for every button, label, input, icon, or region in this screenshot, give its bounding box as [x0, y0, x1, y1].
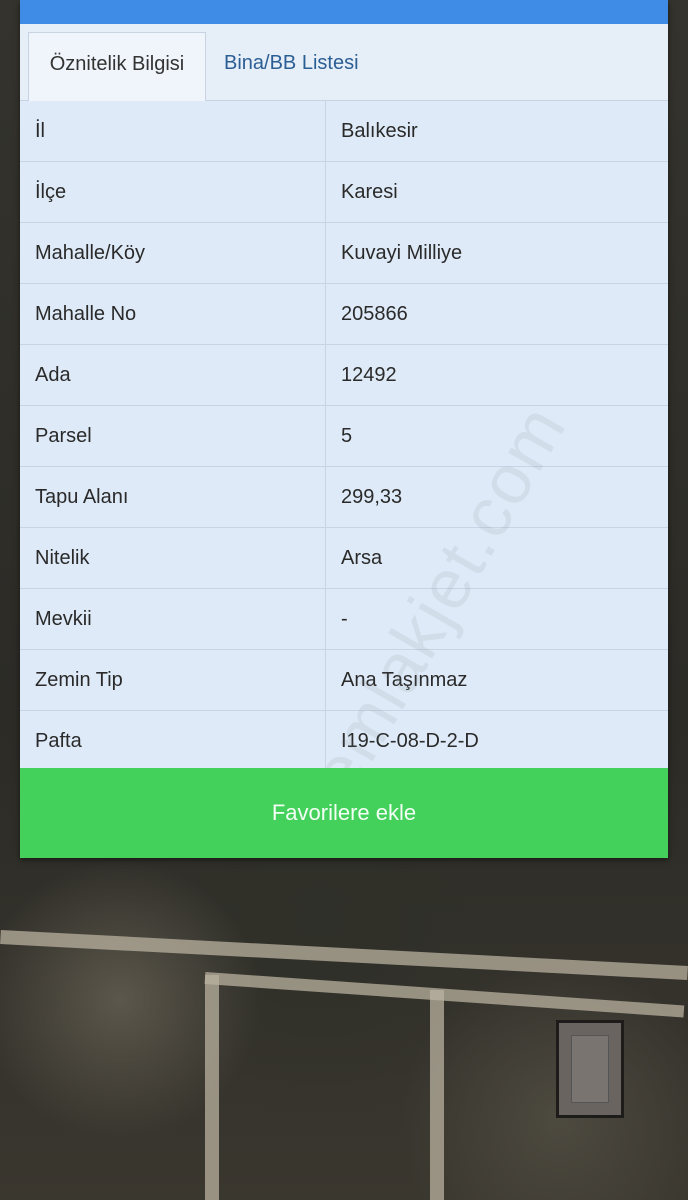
building	[556, 1020, 624, 1118]
attribute-key: Ada	[20, 344, 326, 406]
table-row: Parsel 5	[20, 405, 668, 467]
add-to-favorites-button[interactable]: Favorilere ekle	[20, 768, 668, 858]
attribute-key: İlçe	[20, 161, 326, 223]
map-road	[205, 975, 219, 1200]
tab-attribute-info[interactable]: Öznitelik Bilgisi	[28, 32, 206, 101]
attribute-value: Kuvayi Milliye	[325, 222, 668, 284]
attribute-key: Pafta	[20, 710, 326, 772]
map-road	[0, 930, 688, 980]
attribute-value: 299,33	[325, 466, 668, 528]
attribute-value: 205866	[325, 283, 668, 345]
attribute-value: Ana Taşınmaz	[325, 649, 668, 711]
attribute-key: Mahalle No	[20, 283, 326, 345]
tab-bar: Öznitelik Bilgisi Bina/BB Listesi	[20, 24, 668, 101]
table-row: Mevkii -	[20, 588, 668, 650]
attribute-key: Tapu Alanı	[20, 466, 326, 528]
attribute-value: -	[325, 588, 668, 650]
attribute-value: 12492	[325, 344, 668, 406]
table-row: İlçe Karesi	[20, 161, 668, 223]
table-row: Mahalle No 205866	[20, 283, 668, 345]
table-row: Ada 12492	[20, 344, 668, 406]
panel-header-bar	[20, 0, 668, 24]
attribute-key: İl	[20, 101, 326, 162]
attribute-value: Arsa	[325, 527, 668, 589]
tab-building-list[interactable]: Bina/BB Listesi	[224, 32, 359, 100]
parcel-info-panel: Öznitelik Bilgisi Bina/BB Listesi İl Balı…	[20, 0, 668, 858]
map-road	[430, 990, 444, 1200]
table-row: Tapu Alanı 299,33	[20, 466, 668, 528]
table-row: Zemin Tip Ana Taşınmaz	[20, 649, 668, 711]
attribute-value: Balıkesir	[325, 101, 668, 162]
attribute-key: Zemin Tip	[20, 649, 326, 711]
attribute-value: I19-C-08-D-2-D	[325, 710, 668, 772]
attribute-table: İl Balıkesir İlçe Karesi Mahalle/Köy Kuvayi M…	[20, 101, 668, 772]
attribute-key: Nitelik	[20, 527, 326, 589]
table-row: İl Balıkesir	[20, 101, 668, 162]
attribute-key: Mahalle/Köy	[20, 222, 326, 284]
table-row: Pafta I19-C-08-D-2-D	[20, 710, 668, 772]
map-road	[204, 972, 685, 1018]
attribute-value: 5	[325, 405, 668, 467]
table-row: Nitelik Arsa	[20, 527, 668, 589]
attribute-key: Mevkii	[20, 588, 326, 650]
attribute-value: Karesi	[325, 161, 668, 223]
attribute-key: Parsel	[20, 405, 326, 467]
table-row: Mahalle/Köy Kuvayi Milliye	[20, 222, 668, 284]
